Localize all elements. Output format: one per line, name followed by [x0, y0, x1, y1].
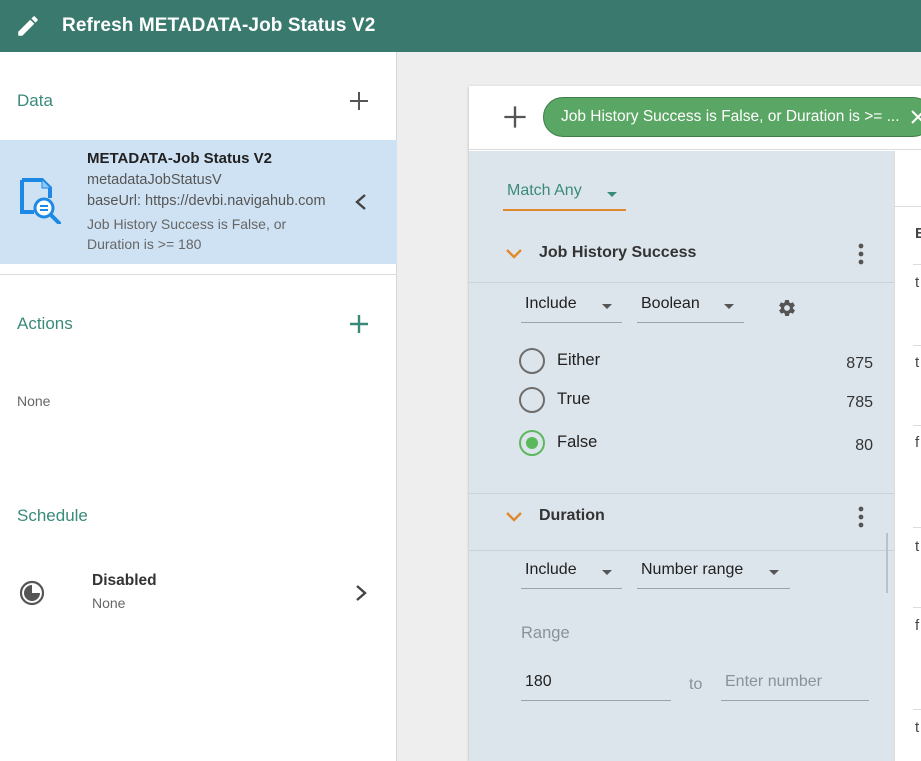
schedule-status: Disabled	[92, 572, 157, 589]
range-from-input[interactable]: 180	[521, 667, 671, 701]
range-to-input[interactable]: Enter number	[721, 667, 869, 701]
group-title: Job History Success	[539, 244, 697, 261]
caret-down-icon	[724, 304, 734, 309]
caret-down-icon	[602, 304, 612, 309]
table-cell: t	[915, 354, 920, 371]
data-source-search-icon	[20, 178, 61, 224]
range-label: Range	[521, 624, 570, 642]
radio-label: True	[557, 390, 591, 408]
include-select-value: Include	[525, 561, 577, 578]
radio-false[interactable]: False 80	[519, 429, 879, 459]
radio-count: 785	[846, 394, 873, 411]
schedule-value: None	[92, 595, 126, 611]
data-source-base-url: baseUrl: https://devbi.navigahub.com	[87, 193, 326, 209]
table-cell: f	[915, 434, 920, 451]
table-cell: f	[915, 617, 920, 634]
filter-chip[interactable]: Job History Success is False, or Duratio…	[543, 97, 921, 137]
table-header-divider	[895, 206, 921, 207]
data-source-name: METADATA-Job Status V2	[87, 150, 273, 167]
table-cell: t	[915, 274, 920, 291]
group-body-job-history-success: Include Boolean Either 875 True 785 Fals…	[469, 282, 894, 492]
filter-chip-label: Job History Success is False, or Duratio…	[561, 108, 900, 125]
radio-true[interactable]: True 785	[519, 386, 879, 416]
table-cell: t	[915, 538, 920, 555]
radio-count: 80	[855, 437, 873, 454]
more-vert-icon[interactable]	[857, 506, 865, 528]
add-action-button[interactable]	[346, 311, 372, 337]
radio-count: 875	[846, 355, 873, 372]
pencil-icon[interactable]	[13, 11, 43, 41]
more-vert-icon[interactable]	[857, 243, 865, 265]
filter-bar: Job History Success is False, or Duratio…	[469, 86, 921, 150]
group-header-job-history-success[interactable]: Job History Success	[469, 231, 894, 277]
range-to-placeholder: Enter number	[725, 673, 822, 690]
table-column-header: E	[915, 225, 921, 242]
group-header-duration[interactable]: Duration	[469, 493, 894, 539]
add-data-button[interactable]	[346, 88, 372, 114]
include-select[interactable]: Include	[521, 553, 622, 589]
chevron-down-icon[interactable]	[505, 247, 523, 261]
range-from-value: 180	[525, 673, 552, 690]
actions-none-text: None	[17, 393, 51, 409]
include-select[interactable]: Include	[521, 287, 622, 323]
table-cell: t	[915, 719, 920, 736]
type-select-value: Boolean	[641, 295, 700, 312]
radio-label: Either	[557, 351, 601, 369]
radio-label: False	[557, 433, 598, 451]
type-select-value: Number range	[641, 561, 744, 578]
group-title: Duration	[539, 507, 605, 524]
actions-section-title: Actions	[17, 314, 73, 333]
radio-circle-selected[interactable]	[519, 430, 545, 456]
row-divider	[913, 709, 921, 710]
close-icon[interactable]	[908, 107, 921, 127]
caret-down-icon	[602, 570, 612, 575]
chevron-right-icon[interactable]	[353, 584, 369, 602]
data-source-id: metadataJobStatusV	[87, 172, 222, 188]
match-mode-value: Match Any	[507, 182, 582, 199]
plus-icon	[350, 315, 368, 333]
row-divider	[913, 264, 921, 265]
gear-icon[interactable]	[777, 298, 797, 318]
type-select[interactable]: Boolean	[637, 287, 744, 323]
results-table-partial: E t t f t f t	[894, 151, 921, 761]
radio-circle[interactable]	[519, 348, 545, 374]
row-divider	[913, 527, 921, 528]
match-mode-select[interactable]: Match Any	[503, 182, 626, 211]
caret-down-icon	[607, 192, 617, 197]
radio-either[interactable]: Either 875	[519, 347, 879, 377]
chevron-down-icon[interactable]	[505, 510, 523, 524]
row-divider	[913, 607, 921, 608]
chevron-left-icon[interactable]	[353, 193, 369, 211]
panel-scrollbar[interactable]	[886, 533, 888, 593]
left-panel: Data METADATA-Job Status V2 metadataJobS…	[0, 52, 397, 761]
app-header: Refresh METADATA-Job Status V2	[0, 0, 921, 52]
group-body-duration: Include Number range Range 180 to Enter …	[469, 550, 894, 750]
caret-down-icon	[769, 570, 779, 575]
section-divider	[0, 274, 397, 275]
include-select-value: Include	[525, 295, 577, 312]
add-filter-icon[interactable]	[502, 104, 528, 130]
filter-panel: Match Any Job History Success Include Bo…	[469, 151, 894, 761]
filter-card: Job History Success is False, or Duratio…	[469, 86, 921, 761]
type-select[interactable]: Number range	[637, 553, 790, 589]
range-to-label: to	[689, 676, 703, 693]
schedule-clock-icon	[19, 580, 45, 606]
page-title: Refresh METADATA-Job Status V2	[62, 15, 376, 36]
radio-circle[interactable]	[519, 387, 545, 413]
row-divider	[913, 345, 921, 346]
plus-icon	[350, 92, 368, 110]
row-divider	[913, 425, 921, 426]
data-source-item[interactable]: METADATA-Job Status V2 metadataJobStatus…	[0, 140, 397, 264]
schedule-row[interactable]: Disabled None	[0, 564, 397, 624]
data-section-title: Data	[17, 91, 53, 110]
data-source-description: Job History Success is False, or Duratio…	[87, 216, 287, 252]
schedule-section-title: Schedule	[17, 506, 88, 525]
